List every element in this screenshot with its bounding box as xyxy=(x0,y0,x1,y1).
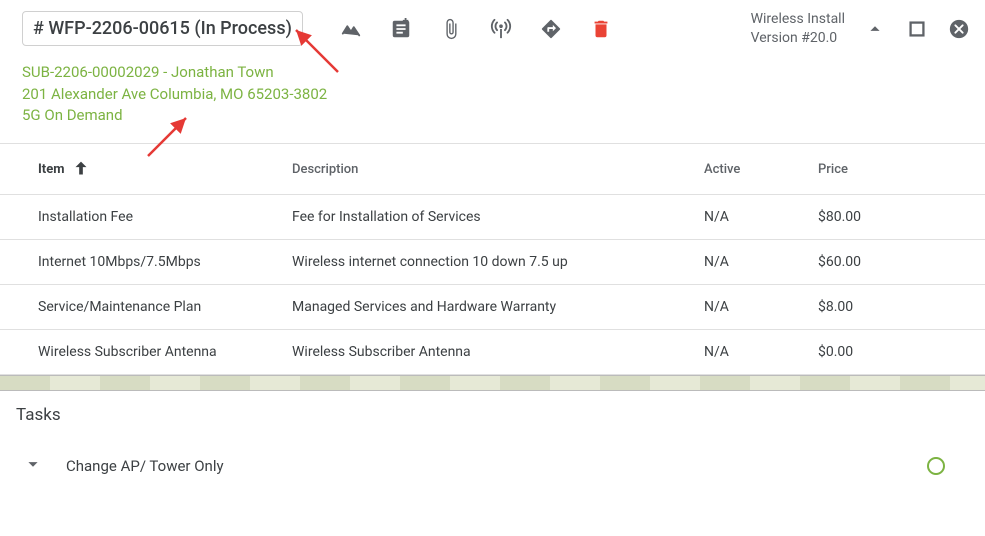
table-row[interactable]: Service/Maintenance PlanManaged Services… xyxy=(0,285,985,330)
cell-price: $8.00 xyxy=(818,299,985,315)
tasks-heading: Tasks xyxy=(0,391,985,439)
cell-item: Service/Maintenance Plan xyxy=(38,299,292,315)
task-name: Change AP/ Tower Only xyxy=(66,457,224,475)
close-icon[interactable] xyxy=(947,17,971,41)
cell-description: Wireless internet connection 10 down 7.5… xyxy=(292,254,704,270)
attachment-icon[interactable] xyxy=(439,17,463,41)
activity-icon[interactable] xyxy=(339,17,363,41)
table-header: Item Description Active Price xyxy=(0,144,985,195)
add-note-icon[interactable] xyxy=(389,17,413,41)
col-header-item[interactable]: Item xyxy=(38,158,292,180)
items-table: Item Description Active Price Installati… xyxy=(0,143,985,375)
version-info: Wireless Install Version #20.0 xyxy=(751,10,845,48)
cell-active: N/A xyxy=(704,254,818,270)
subscriber-info: SUB-2206-00002029 - Jonathan Town 201 Al… xyxy=(0,58,985,143)
install-type-label: Wireless Install xyxy=(751,10,845,29)
header-right: Wireless Install Version #20.0 xyxy=(751,10,971,48)
cell-description: Fee for Installation of Services xyxy=(292,209,704,225)
sort-asc-icon xyxy=(70,158,92,180)
topbar: # WFP-2206-00615 (In Process) Wireless I… xyxy=(0,0,985,58)
transmitter-icon[interactable] xyxy=(489,17,513,41)
subscriber-address[interactable]: 201 Alexander Ave Columbia, MO 65203-380… xyxy=(22,84,963,106)
cell-price: $60.00 xyxy=(818,254,985,270)
col-item-label: Item xyxy=(38,162,64,177)
collapse-icon[interactable] xyxy=(863,17,887,41)
cell-description: Managed Services and Hardware Warranty xyxy=(292,299,704,315)
cell-active: N/A xyxy=(704,299,818,315)
col-header-price[interactable]: Price xyxy=(818,162,985,177)
workorder-title[interactable]: # WFP-2206-00615 (In Process) xyxy=(22,11,303,46)
table-row[interactable]: Installation FeeFee for Installation of … xyxy=(0,195,985,240)
col-header-description[interactable]: Description xyxy=(292,162,704,177)
subscriber-plan[interactable]: 5G On Demand xyxy=(22,105,963,127)
toolbar-icons xyxy=(339,17,613,41)
directions-icon[interactable] xyxy=(539,17,563,41)
map-strip xyxy=(0,375,985,391)
cell-active: N/A xyxy=(704,344,818,360)
cell-item: Installation Fee xyxy=(38,209,292,225)
cell-description: Wireless Subscriber Antenna xyxy=(292,344,704,360)
col-header-active[interactable]: Active xyxy=(704,162,818,177)
cell-item: Wireless Subscriber Antenna xyxy=(38,344,292,360)
table-row[interactable]: Wireless Subscriber AntennaWireless Subs… xyxy=(0,330,985,375)
subscriber-link[interactable]: SUB-2206-00002029 - Jonathan Town xyxy=(22,62,963,84)
cell-item: Internet 10Mbps/7.5Mbps xyxy=(38,254,292,270)
cell-active: N/A xyxy=(704,209,818,225)
table-row[interactable]: Internet 10Mbps/7.5MbpsWireless internet… xyxy=(0,240,985,285)
cell-price: $80.00 xyxy=(818,209,985,225)
maximize-icon[interactable] xyxy=(905,17,929,41)
version-label: Version #20.0 xyxy=(751,29,845,48)
delete-icon[interactable] xyxy=(589,17,613,41)
chevron-down-icon xyxy=(22,453,44,479)
cell-price: $0.00 xyxy=(818,344,985,360)
task-row[interactable]: Change AP/ Tower Only xyxy=(0,439,985,493)
task-status-circle-icon xyxy=(927,457,945,475)
